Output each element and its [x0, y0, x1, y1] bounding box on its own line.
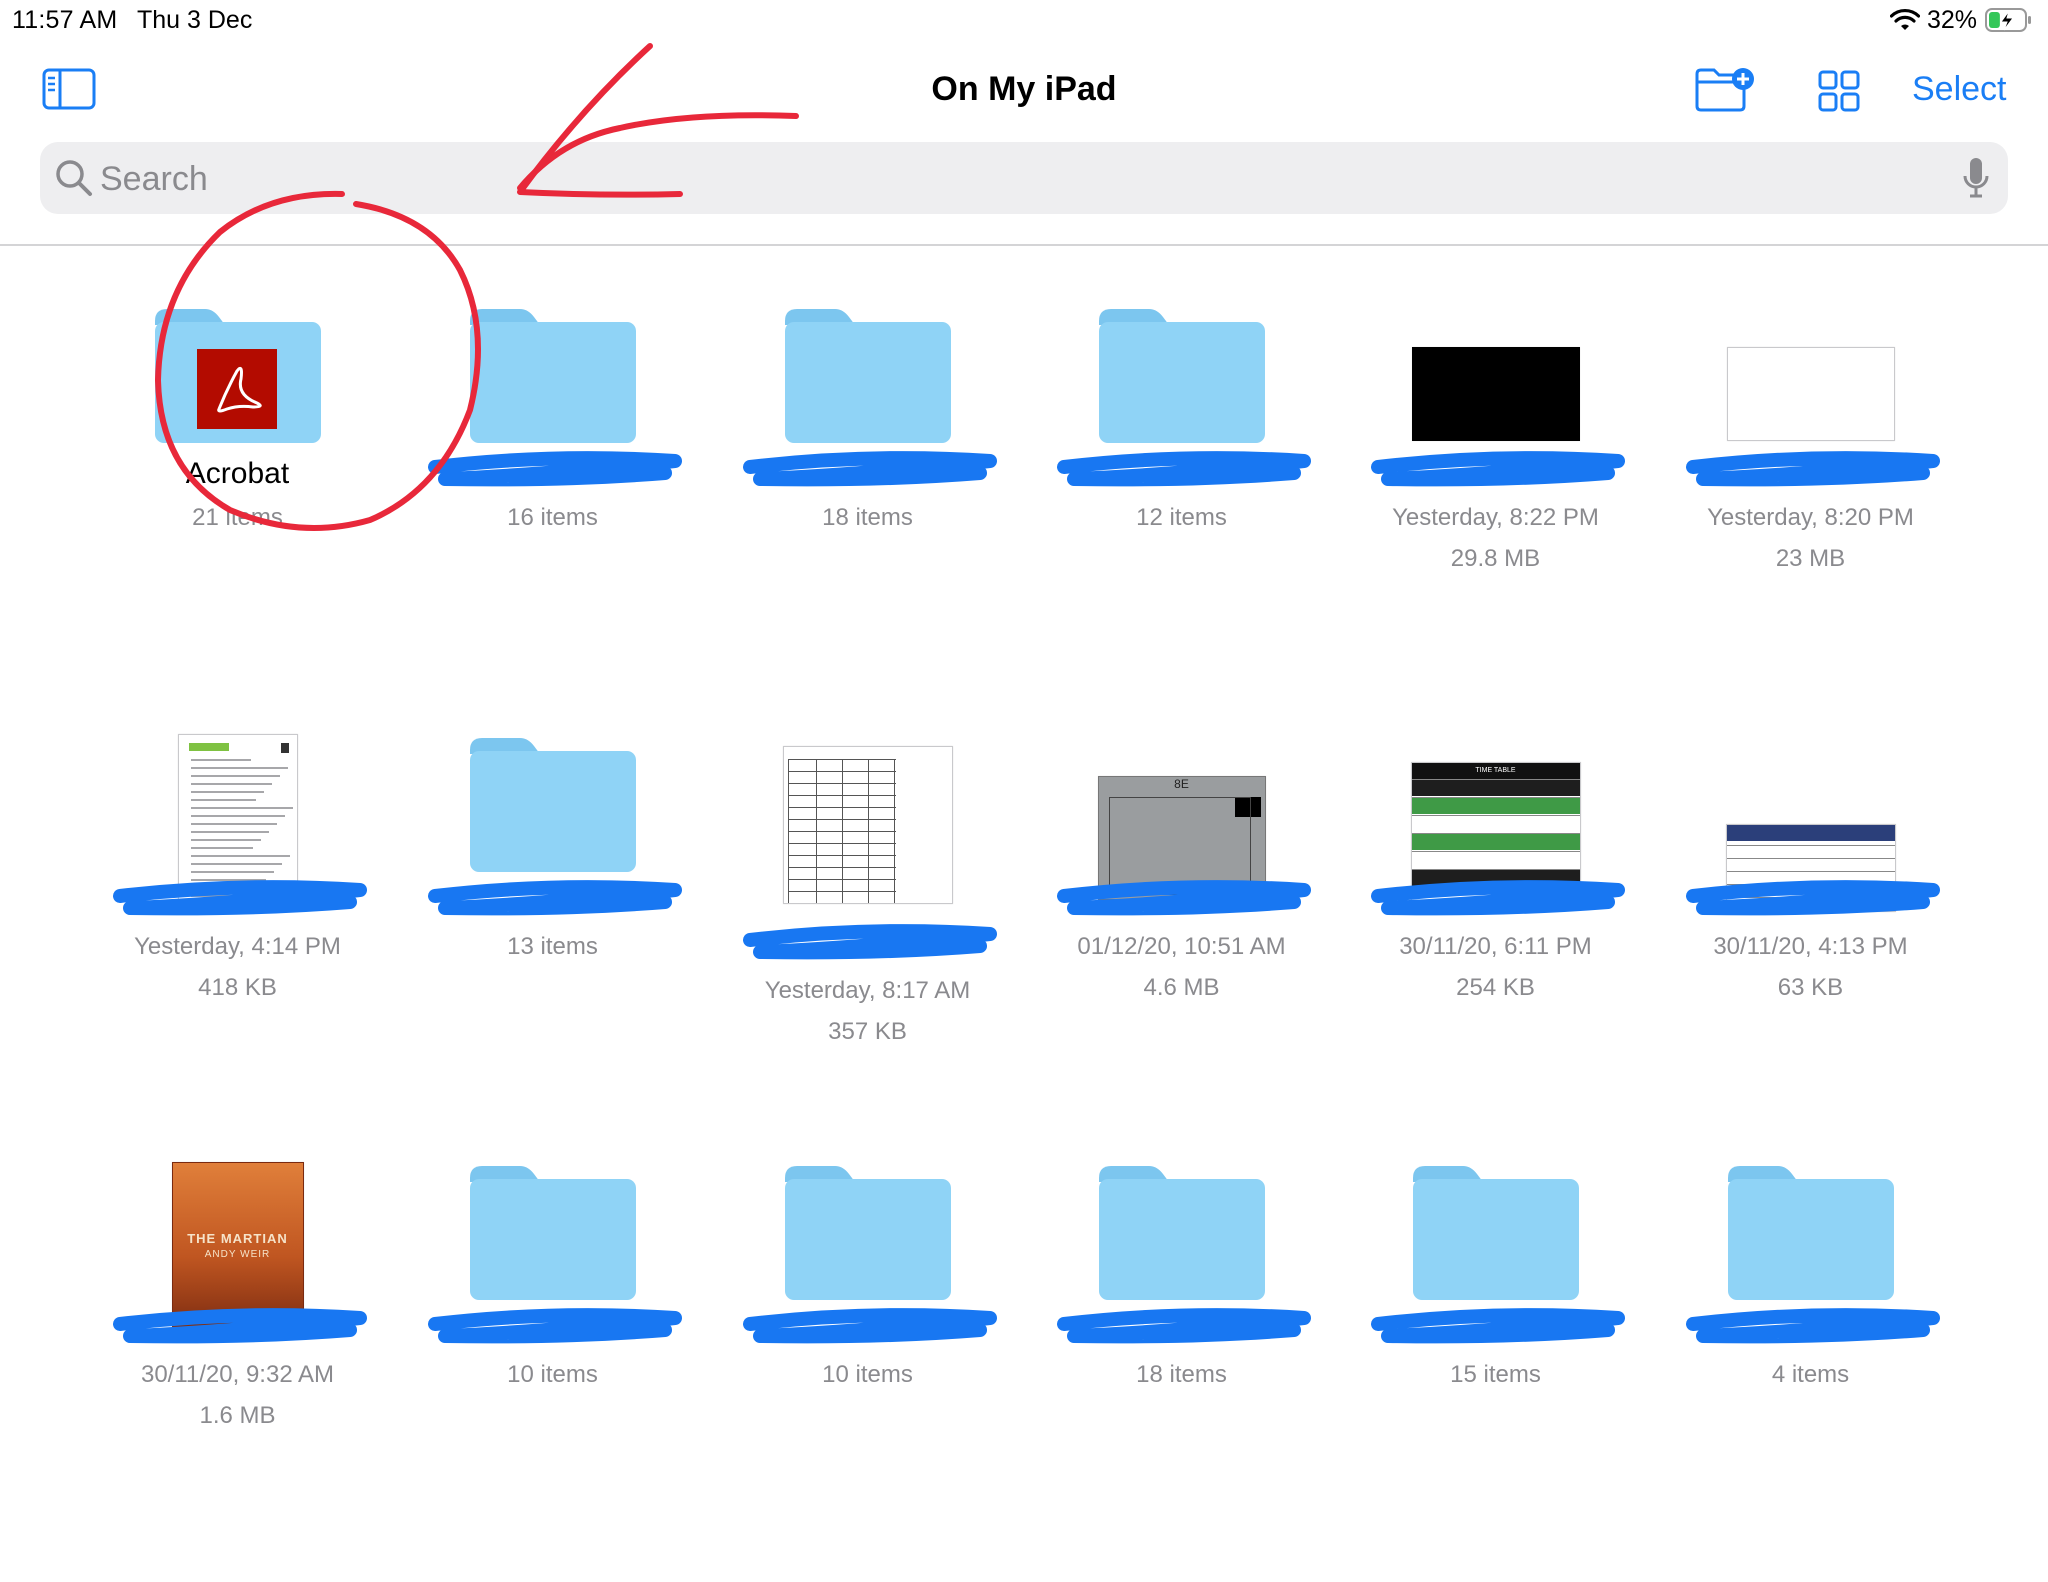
- divider: [0, 244, 2048, 246]
- redaction-scribble: [1057, 451, 1311, 487]
- new-folder-button[interactable]: [1694, 66, 1756, 112]
- folder-item[interactable]: Acrobat 21 items: [80, 305, 395, 725]
- folder-icon: [1727, 1166, 1894, 1300]
- folder-icon: [1098, 309, 1265, 443]
- search-input[interactable]: [98, 150, 1902, 208]
- file-item[interactable]: Yesterday, 4:14 PM 418 KB: [80, 734, 395, 1154]
- status-time: 11:57 AM: [12, 6, 118, 34]
- folder-icon: [469, 1166, 636, 1300]
- folder-item[interactable]: 10 items: [710, 1162, 1025, 1582]
- folder-item[interactable]: 18 items: [710, 305, 1025, 725]
- file-item[interactable]: 8E 01/12/20, 10:51 AM 4.6 MB: [1024, 734, 1339, 1154]
- item-meta-primary: 21 items: [192, 504, 283, 531]
- file-item[interactable]: TIME TABLE 30/11/20, 6:11 PM 254 KB: [1338, 734, 1653, 1154]
- folder-icon: [784, 309, 951, 443]
- file-item[interactable]: Yesterday, 8:17 AM 357 KB: [710, 734, 1025, 1154]
- folder-icon: [469, 738, 636, 872]
- grid-view-button[interactable]: [1818, 70, 1860, 112]
- redaction-scribble: [428, 451, 682, 487]
- item-meta-primary: 30/11/20, 4:13 PM: [1713, 933, 1908, 960]
- document-thumbnail: [177, 734, 298, 904]
- blank-file-thumbnail: [1726, 347, 1895, 441]
- folder-icon: [153, 305, 323, 445]
- item-meta-secondary: 254 KB: [1456, 974, 1535, 1001]
- test-sheet-thumbnail: [1725, 824, 1896, 912]
- folder-icon: [1412, 1166, 1579, 1300]
- item-meta-secondary: 29.8 MB: [1450, 545, 1541, 572]
- file-item[interactable]: 30/11/20, 4:13 PM 63 KB: [1653, 734, 1968, 1154]
- folder-icon: [1098, 1166, 1265, 1300]
- book-author: ANDY WEIR: [204, 1249, 271, 1260]
- file-item[interactable]: THE MARTIAN ANDY WEIR 30/11/20, 9:32 AM …: [80, 1162, 395, 1582]
- item-meta-primary: 13 items: [507, 933, 598, 960]
- redaction-scribble: [428, 880, 682, 916]
- microphone-icon[interactable]: [1962, 157, 1990, 199]
- folder-icon: [469, 309, 636, 443]
- item-meta-primary: Yesterday, 8:20 PM: [1707, 504, 1914, 531]
- item-meta-secondary: 23 MB: [1775, 545, 1846, 572]
- item-meta-primary: 18 items: [822, 504, 913, 531]
- item-meta-primary: 15 items: [1450, 1361, 1541, 1388]
- item-meta-primary: 12 items: [1136, 504, 1227, 531]
- timetable-thumbnail: [782, 746, 953, 904]
- photo-label: 8E: [1174, 777, 1189, 791]
- item-meta-primary: 10 items: [822, 1361, 913, 1388]
- file-item[interactable]: Yesterday, 8:20 PM 23 MB: [1653, 305, 1968, 725]
- folder-icon: [784, 1166, 951, 1300]
- acrobat-icon: [196, 349, 277, 429]
- folder-item[interactable]: 12 items: [1024, 305, 1339, 725]
- item-meta-primary: 4 items: [1771, 1361, 1850, 1388]
- wifi-icon: [1890, 9, 1920, 30]
- item-meta-primary: 30/11/20, 9:32 AM: [140, 1361, 335, 1388]
- item-meta-primary: Yesterday, 4:14 PM: [134, 933, 341, 960]
- folder-item[interactable]: 15 items: [1338, 1162, 1653, 1582]
- item-meta-secondary: 1.6 MB: [199, 1402, 276, 1429]
- select-button[interactable]: Select: [1912, 70, 2007, 109]
- redaction-scribble: [1057, 1308, 1311, 1344]
- timetable-thumbnail: TIME TABLE: [1410, 762, 1581, 902]
- thumb-header: TIME TABLE: [1411, 763, 1580, 779]
- battery-percent: 32%: [1927, 6, 1978, 34]
- redaction-scribble: [428, 1308, 682, 1344]
- folder-item[interactable]: 13 items: [395, 734, 710, 1154]
- item-meta-primary: 18 items: [1136, 1361, 1227, 1388]
- folder-item[interactable]: 18 items: [1024, 1162, 1339, 1582]
- photo-thumbnail: 8E: [1097, 776, 1266, 900]
- item-meta-primary: 16 items: [507, 504, 598, 531]
- redaction-scribble: [1371, 1308, 1625, 1344]
- redaction-scribble: [1686, 1308, 1940, 1344]
- folder-item[interactable]: 4 items: [1653, 1162, 1968, 1582]
- redaction-scribble: [743, 1308, 997, 1344]
- item-meta-primary: Yesterday, 8:17 AM: [764, 977, 971, 1004]
- item-meta-secondary: 418 KB: [198, 974, 277, 1001]
- item-meta-secondary: 4.6 MB: [1143, 974, 1220, 1001]
- item-meta-secondary: 63 KB: [1777, 974, 1844, 1001]
- redaction-scribble: [743, 924, 997, 960]
- item-meta-primary: Yesterday, 8:22 PM: [1392, 504, 1599, 531]
- item-meta-primary: 10 items: [507, 1361, 598, 1388]
- search-icon: [56, 160, 92, 196]
- item-name: Acrobat: [185, 457, 290, 490]
- item-meta-primary: 30/11/20, 6:11 PM: [1399, 933, 1592, 960]
- book-title: THE MARTIAN: [187, 1231, 288, 1246]
- battery-charging-icon: [1985, 8, 2031, 32]
- folder-item[interactable]: 16 items: [395, 305, 710, 725]
- folder-item[interactable]: 10 items: [395, 1162, 710, 1582]
- redaction-scribble: [743, 451, 997, 487]
- redaction-scribble: [1686, 451, 1940, 487]
- video-thumbnail: [1411, 347, 1580, 441]
- item-meta-primary: 01/12/20, 10:51 AM: [1077, 933, 1286, 960]
- item-meta-secondary: 357 KB: [828, 1018, 907, 1045]
- status-date: Thu 3 Dec: [137, 6, 253, 34]
- redaction-scribble: [1371, 451, 1625, 487]
- book-cover-thumbnail: THE MARTIAN ANDY WEIR: [171, 1162, 304, 1334]
- file-item[interactable]: Yesterday, 8:22 PM 29.8 MB: [1338, 305, 1653, 725]
